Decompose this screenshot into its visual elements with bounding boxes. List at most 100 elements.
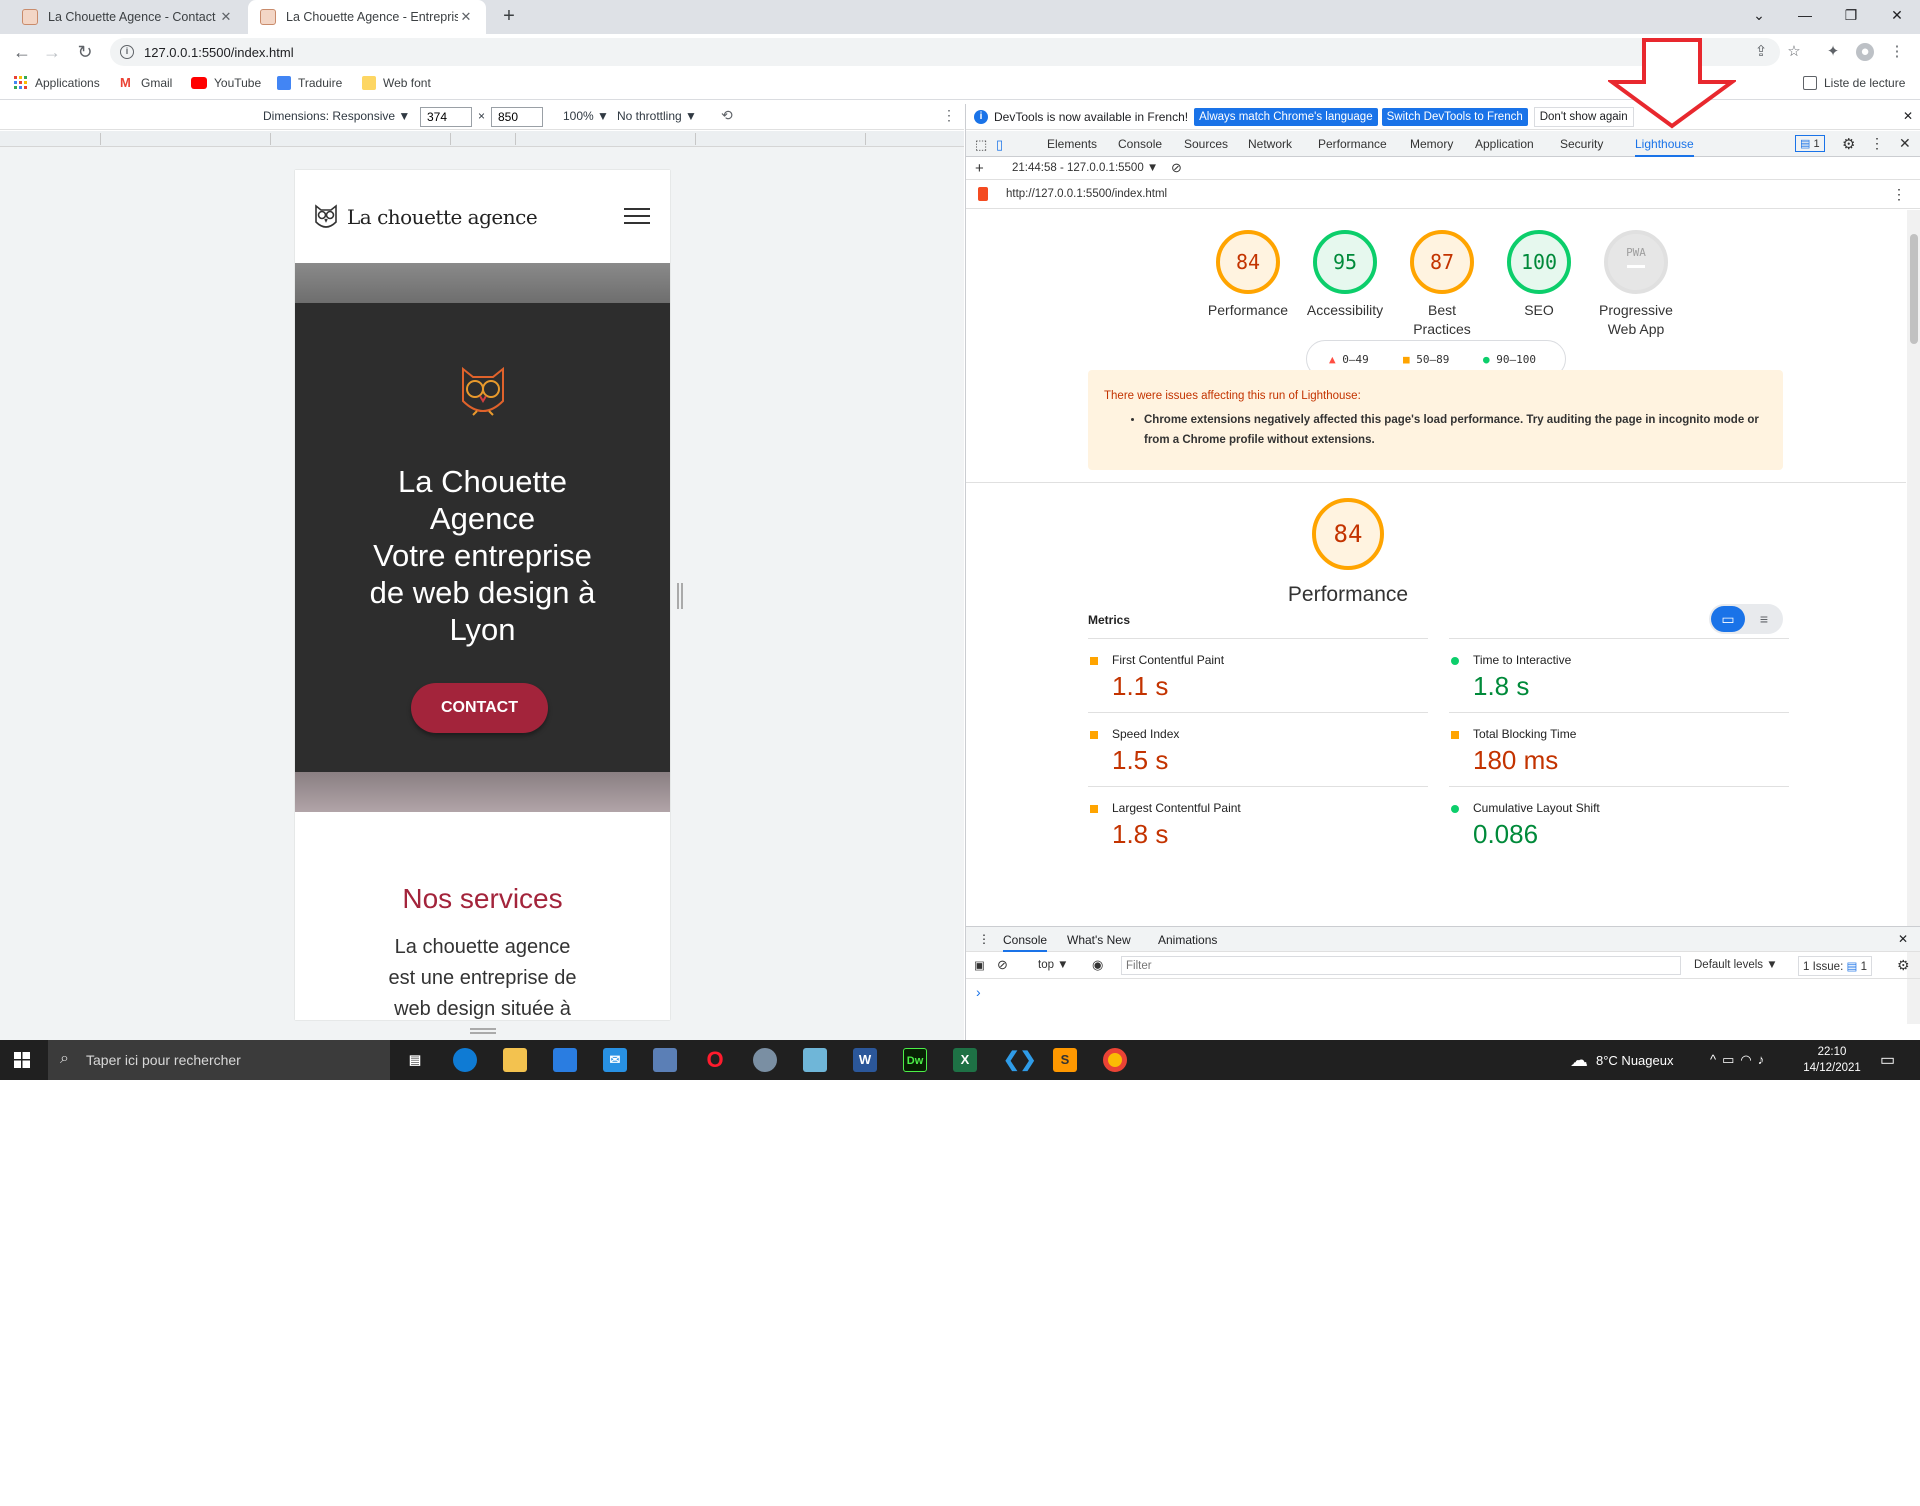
issues-counter[interactable]: 1 Issue: ▤ 1 bbox=[1798, 956, 1872, 976]
report-menu-icon[interactable]: ⋮ bbox=[1892, 186, 1906, 203]
forward-arrow-icon[interactable]: → bbox=[40, 41, 64, 63]
vscode-icon[interactable]: ❮❯ bbox=[1003, 1048, 1037, 1072]
tab-application[interactable]: Application bbox=[1475, 137, 1534, 151]
report-select[interactable]: 21:44:58 - 127.0.0.1:5500 ▼ bbox=[1012, 162, 1158, 174]
metrics-view-toggle[interactable]: ▭ ≡ bbox=[1709, 604, 1783, 634]
paint-icon[interactable] bbox=[753, 1048, 777, 1072]
zoom-select[interactable]: 100% ▼ bbox=[563, 109, 609, 123]
extensions-puzzle-icon[interactable]: ✦ bbox=[1824, 43, 1842, 61]
tab-entreprise[interactable]: La Chouette Agence - Entreprise ✕ bbox=[248, 0, 486, 34]
settings-gear-icon[interactable]: ⚙ bbox=[1842, 135, 1855, 153]
windows-start-icon[interactable] bbox=[14, 1052, 30, 1068]
sublime-text-icon[interactable]: S bbox=[1053, 1048, 1077, 1072]
back-arrow-icon[interactable]: ← bbox=[10, 41, 34, 63]
chrome-icon[interactable] bbox=[1103, 1048, 1127, 1072]
restore-button[interactable]: ❐ bbox=[1828, 0, 1874, 30]
calculator-icon[interactable] bbox=[653, 1048, 677, 1072]
report-scrollbar[interactable] bbox=[1907, 210, 1920, 1024]
weather-widget[interactable]: ☁ 8°C Nuageux bbox=[1570, 1040, 1673, 1080]
dimensions-select[interactable]: Dimensions: Responsive ▼ bbox=[263, 109, 410, 123]
clock[interactable]: 22:10 14/12/2021 bbox=[1800, 1040, 1864, 1080]
drawer-tab-whats-new[interactable]: What's New bbox=[1067, 933, 1131, 947]
score-gauge-accessibility[interactable]: 95 Accessibility bbox=[1295, 230, 1395, 320]
sidebar-toggle-icon[interactable]: ▣ bbox=[974, 958, 985, 972]
bookmark-youtube[interactable]: YouTube bbox=[191, 76, 261, 90]
share-icon[interactable]: ⇪ bbox=[1752, 43, 1770, 61]
contact-button[interactable]: CONTACT bbox=[411, 683, 548, 733]
close-devtools-icon[interactable]: ✕ bbox=[1899, 135, 1911, 152]
throttling-select[interactable]: No throttling ▼ bbox=[617, 109, 697, 123]
score-gauge-performance[interactable]: 84 Performance bbox=[1198, 230, 1298, 320]
tab-console[interactable]: Console bbox=[1118, 137, 1162, 151]
eye-icon[interactable]: ◉ bbox=[1092, 957, 1103, 973]
new-tab-button[interactable]: + bbox=[498, 6, 520, 28]
viewport-resize-handle-bottom[interactable] bbox=[470, 1028, 496, 1034]
hamburger-menu-icon[interactable] bbox=[624, 208, 650, 224]
close-drawer-icon[interactable]: ✕ bbox=[1898, 932, 1908, 946]
tab-sources[interactable]: Sources bbox=[1184, 137, 1228, 151]
height-input[interactable] bbox=[491, 107, 543, 127]
compact-view-icon[interactable]: ▭ bbox=[1711, 606, 1745, 632]
more-menu-icon[interactable]: ⋮ bbox=[1888, 43, 1906, 61]
width-input[interactable] bbox=[420, 107, 472, 127]
switch-to-french-button[interactable]: Switch DevTools to French bbox=[1381, 107, 1528, 126]
notes-icon[interactable] bbox=[803, 1048, 827, 1072]
reload-icon[interactable]: ↻ bbox=[73, 41, 97, 63]
profile-avatar-icon[interactable]: ● bbox=[1856, 43, 1874, 61]
store-icon[interactable] bbox=[553, 1048, 577, 1072]
console-settings-gear-icon[interactable]: ⚙ bbox=[1897, 957, 1910, 974]
notifications-icon[interactable]: ▭ bbox=[1880, 1040, 1895, 1080]
drawer-tab-animations[interactable]: Animations bbox=[1158, 933, 1217, 947]
clear-icon[interactable]: ⊘ bbox=[1171, 160, 1182, 176]
scrollbar-thumb[interactable] bbox=[1910, 234, 1918, 344]
log-levels-select[interactable]: Default levels ▼ bbox=[1694, 959, 1778, 971]
bookmark-applications[interactable]: Applications bbox=[14, 76, 100, 90]
excel-icon[interactable]: X bbox=[953, 1048, 977, 1072]
issues-badge[interactable]: ▤ 1 bbox=[1795, 135, 1825, 152]
bookmark-webfont[interactable]: Web font bbox=[362, 76, 431, 90]
console-prompt[interactable]: › bbox=[976, 984, 981, 1000]
tab-contact[interactable]: La Chouette Agence - Contact ✕ bbox=[10, 0, 246, 34]
inspect-element-icon[interactable]: ⬚ bbox=[975, 137, 987, 153]
match-language-button[interactable]: Always match Chrome's language bbox=[1194, 107, 1378, 126]
tab-lighthouse[interactable]: Lighthouse bbox=[1635, 137, 1694, 157]
console-filter-input[interactable] bbox=[1121, 956, 1681, 975]
task-view-icon[interactable]: ▤ bbox=[403, 1048, 427, 1072]
site-info-icon[interactable]: i bbox=[120, 45, 134, 59]
bookmark-traduire[interactable]: Traduire bbox=[277, 76, 342, 90]
add-report-icon[interactable]: + bbox=[975, 160, 984, 177]
address-bar[interactable]: i 127.0.0.1:5500/index.html bbox=[110, 38, 1780, 66]
close-icon[interactable]: ✕ bbox=[1903, 109, 1913, 123]
word-icon[interactable]: W bbox=[853, 1048, 877, 1072]
mail-icon[interactable]: ✉ bbox=[603, 1048, 627, 1072]
viewport-resize-handle-right[interactable] bbox=[677, 583, 683, 609]
tab-network[interactable]: Network bbox=[1248, 137, 1292, 151]
score-gauge-pwa[interactable]: PWA Progressive Web App bbox=[1586, 230, 1686, 339]
close-icon[interactable]: ✕ bbox=[218, 9, 234, 25]
file-explorer-icon[interactable] bbox=[503, 1048, 527, 1072]
device-toggle-icon[interactable]: ▯ bbox=[996, 137, 1003, 153]
bookmark-gmail[interactable]: M Gmail bbox=[120, 76, 172, 91]
score-gauge-best-practices[interactable]: 87 Best Practices bbox=[1392, 230, 1492, 339]
drawer-tab-console[interactable]: Console bbox=[1003, 933, 1048, 952]
context-select[interactable]: top ▼ bbox=[1038, 959, 1069, 971]
tab-performance[interactable]: Performance bbox=[1318, 137, 1387, 151]
taskbar-search[interactable]: ⌕ Taper ici pour rechercher bbox=[48, 1040, 390, 1080]
drawer-menu-icon[interactable]: ⋮ bbox=[978, 932, 990, 946]
edge-icon[interactable] bbox=[453, 1048, 477, 1072]
tab-security[interactable]: Security bbox=[1560, 137, 1603, 151]
system-tray-icons[interactable]: ^▭◠♪ bbox=[1710, 1040, 1770, 1080]
reading-list[interactable]: Liste de lecture bbox=[1803, 76, 1905, 90]
minimize-button[interactable]: — bbox=[1782, 0, 1828, 30]
star-icon[interactable]: ☆ bbox=[1785, 43, 1803, 61]
tab-search-icon[interactable]: ⌄ bbox=[1736, 0, 1782, 30]
close-window-button[interactable]: ✕ bbox=[1874, 0, 1920, 30]
tab-elements[interactable]: Elements bbox=[1047, 137, 1097, 151]
close-icon[interactable]: ✕ bbox=[458, 9, 474, 25]
score-gauge-seo[interactable]: 100 SEO bbox=[1489, 230, 1589, 320]
clear-console-icon[interactable]: ⊘ bbox=[997, 957, 1008, 973]
tab-memory[interactable]: Memory bbox=[1410, 137, 1453, 151]
expanded-view-icon[interactable]: ≡ bbox=[1747, 606, 1781, 632]
opera-icon[interactable]: O bbox=[703, 1048, 727, 1072]
dreamweaver-icon[interactable]: Dw bbox=[903, 1048, 927, 1072]
